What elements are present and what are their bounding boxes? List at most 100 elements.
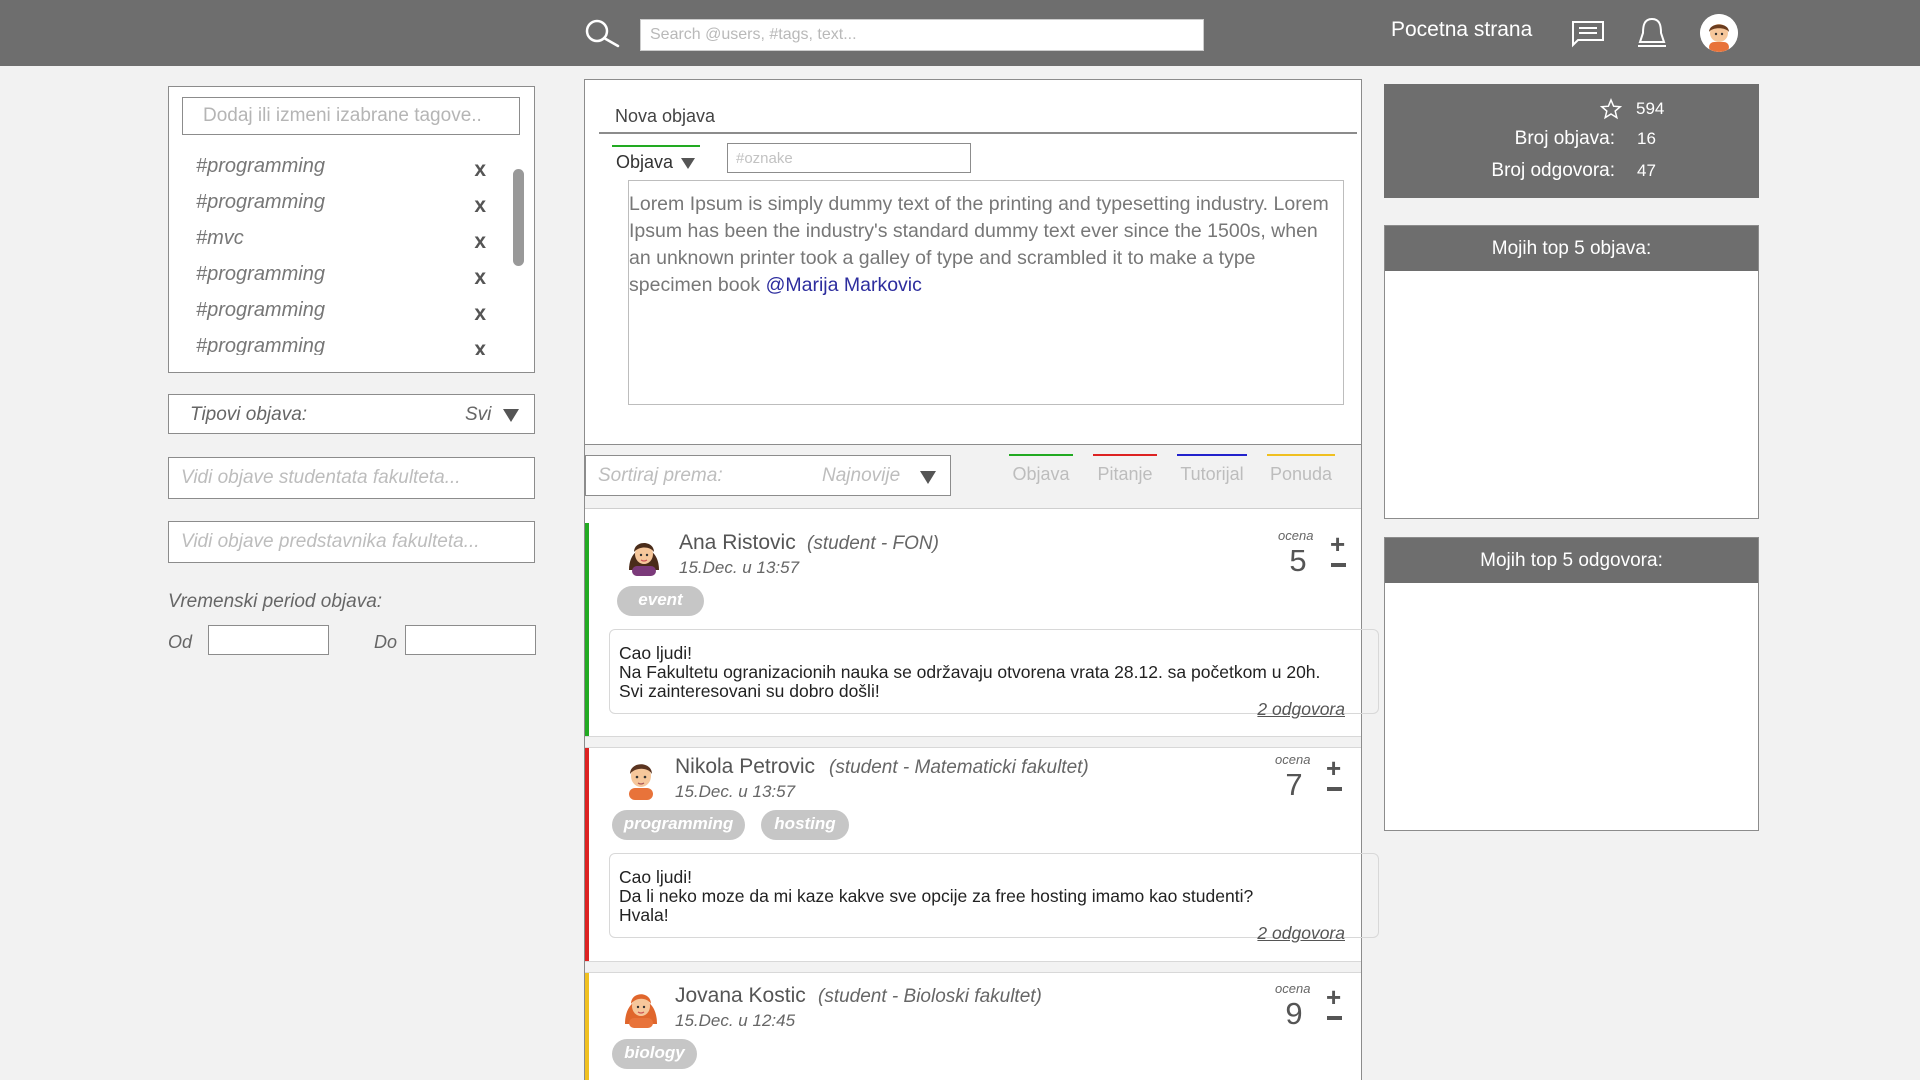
rating-label: ocena xyxy=(1275,752,1311,767)
from-label: Od xyxy=(168,632,193,652)
compose-body-text: Lorem Ipsum is simply dummy text of the … xyxy=(629,193,1329,296)
compose-mention[interactable]: @Marija Markovic xyxy=(766,274,922,296)
tag-item: #programming x xyxy=(196,335,486,355)
tag-remove-button[interactable]: x xyxy=(474,194,486,218)
rate-down-button[interactable] xyxy=(1331,563,1346,567)
tag-remove-button[interactable]: x xyxy=(474,302,486,326)
representatives-filter-input[interactable] xyxy=(168,521,535,563)
type-tab-label: Ponuda xyxy=(1269,464,1333,484)
woman-avatar-icon xyxy=(629,543,659,576)
star-icon xyxy=(1600,98,1622,120)
post-replies-link[interactable]: 2 odgovora xyxy=(1257,923,1345,944)
type-tab-objava[interactable]: Objava xyxy=(1009,454,1073,494)
top-posts-title: Mojih top 5 objava: xyxy=(1385,226,1758,271)
post-type-select[interactable]: Tipovi objava: Svi xyxy=(168,394,535,434)
post-count-label: Broj objava: xyxy=(1514,128,1615,149)
post-tag[interactable]: biology xyxy=(612,1039,697,1069)
post-card: Ana Ristovic (student - FON) 15.Dec. u 1… xyxy=(585,523,1379,736)
post-timestamp: 15.Dec. u 13:57 xyxy=(675,782,796,801)
man-avatar-icon xyxy=(1700,14,1738,52)
tag-remove-button[interactable]: x xyxy=(474,158,486,182)
post-separator xyxy=(585,736,1361,748)
caret-down-icon xyxy=(681,158,695,169)
post-card: Jovana Kostic (student - Bioloski fakult… xyxy=(585,973,1361,1080)
tag-label[interactable]: #mvc xyxy=(196,227,244,250)
students-filter-input[interactable] xyxy=(168,457,535,499)
tag-item: #programming x xyxy=(196,191,486,225)
type-tab-pitanje[interactable]: Pitanje xyxy=(1093,454,1157,494)
post-replies-link[interactable]: 2 odgovora xyxy=(1257,699,1345,720)
date-to-input[interactable] xyxy=(405,625,536,655)
type-tab-label: Pitanje xyxy=(1097,464,1153,484)
compose-type-select[interactable]: Objava xyxy=(612,145,700,175)
answer-count-value: 47 xyxy=(1637,161,1656,180)
type-tab-label: Tutorijal xyxy=(1180,464,1244,484)
user-avatar[interactable] xyxy=(1700,14,1738,52)
post-body-line: Cao ljudi! xyxy=(619,867,692,887)
man-avatar-icon xyxy=(629,764,653,800)
period-label: Vremenski period objava: xyxy=(168,591,383,612)
answer-count-label: Broj odgovora: xyxy=(1491,160,1615,181)
rate-down-button[interactable] xyxy=(1327,787,1342,791)
top-bar: Pocetna strana xyxy=(0,0,1920,66)
tag-filter-panel: #programming x #programming x #mvc x #pr… xyxy=(168,86,535,373)
rate-up-button[interactable]: + xyxy=(1326,755,1341,781)
sort-select[interactable]: Sortiraj prema: Najnovije xyxy=(585,455,951,496)
compose-tags-input[interactable] xyxy=(727,143,971,173)
post-tag[interactable]: hosting xyxy=(761,810,849,840)
tag-label[interactable]: #programming xyxy=(196,263,325,286)
post-body-line: Cao ljudi! xyxy=(619,643,692,663)
tag-list-scrollbar[interactable] xyxy=(513,169,524,266)
post-type-value: Svi xyxy=(465,404,492,425)
tag-remove-button[interactable]: x xyxy=(474,266,486,290)
type-color-bar xyxy=(1093,454,1157,456)
type-tab-tutorijal[interactable]: Tutorijal xyxy=(1177,454,1247,494)
rate-up-button[interactable]: + xyxy=(1330,531,1345,557)
post-separator xyxy=(585,961,1361,973)
date-from-input[interactable] xyxy=(208,625,329,655)
tag-item: #programming x xyxy=(196,155,486,189)
type-color-bar xyxy=(1267,454,1335,456)
rate-up-button[interactable]: + xyxy=(1326,984,1341,1010)
tag-label[interactable]: #programming xyxy=(196,155,325,178)
post-author-faculty: (student - Bioloski fakultet) xyxy=(818,986,1042,1007)
sort-label: Sortiraj prema: xyxy=(598,465,723,486)
compose-title: Nova objava xyxy=(615,106,716,126)
feed-column: Nova objava Objava Lorem Ipsum is simply… xyxy=(584,79,1379,1080)
type-color-bar xyxy=(1009,454,1073,456)
type-tab-ponuda[interactable]: Ponuda xyxy=(1267,454,1335,494)
tag-remove-button[interactable]: x xyxy=(474,338,486,355)
tag-input[interactable] xyxy=(182,97,520,135)
post-author-name[interactable]: Jovana Kostic xyxy=(675,984,806,1008)
tag-remove-button[interactable]: x xyxy=(474,230,486,254)
top-answers-title: Mojih top 5 odgovora: xyxy=(1385,538,1758,583)
post-timestamp: 15.Dec. u 13:57 xyxy=(679,558,800,577)
messages-icon[interactable] xyxy=(1570,18,1606,48)
post-card: Nikola Petrovic (student - Matematicki f… xyxy=(585,748,1379,961)
tag-label[interactable]: #programming xyxy=(196,299,325,322)
tag-label[interactable]: #programming xyxy=(196,191,325,214)
post-count-value: 16 xyxy=(1637,129,1656,148)
user-stats-panel: 594 Broj objava: 16 Broj odgovora: 47 xyxy=(1384,84,1759,198)
home-link[interactable]: Pocetna strana xyxy=(1391,18,1532,42)
post-tag[interactable]: event xyxy=(617,586,704,616)
top-answers-panel: Mojih top 5 odgovora: xyxy=(1384,537,1759,831)
search-icon[interactable] xyxy=(584,18,620,48)
post-type-stripe xyxy=(585,523,589,736)
post-author-name[interactable]: Nikola Petrovic xyxy=(675,755,815,779)
post-tag[interactable]: programming xyxy=(612,810,745,840)
tag-item: #programming x xyxy=(196,263,486,297)
tag-label[interactable]: #programming xyxy=(196,335,325,355)
post-author-faculty: (student - Matematicki fakultet) xyxy=(829,757,1089,778)
rate-down-button[interactable] xyxy=(1327,1016,1342,1020)
post-type-stripe xyxy=(585,973,589,1080)
redhead-avatar-icon xyxy=(625,994,657,1028)
search-input[interactable] xyxy=(640,19,1204,51)
notifications-icon[interactable] xyxy=(1636,16,1668,50)
post-author-name[interactable]: Ana Ristovic xyxy=(679,531,796,555)
compose-body-textarea[interactable]: Lorem Ipsum is simply dummy text of the … xyxy=(628,180,1344,405)
rating-value: 9 xyxy=(1285,996,1303,1031)
rating-value: 7 xyxy=(1285,767,1303,802)
tag-list: #programming x #programming x #mvc x #pr… xyxy=(169,155,489,355)
caret-down-icon xyxy=(503,409,519,422)
